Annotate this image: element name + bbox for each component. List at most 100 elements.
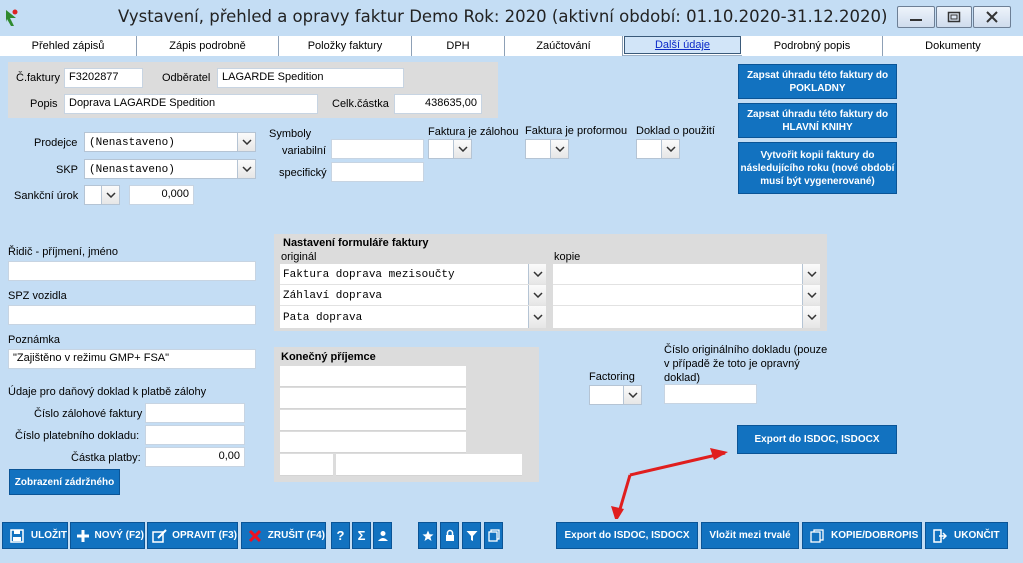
celk-castka-label: Celk.částka	[332, 98, 389, 110]
original-item[interactable]: Faktura doprava mezisoučty	[280, 264, 546, 285]
zobrazeni-zadrzneho-button[interactable]: Zobrazení zádržného	[9, 469, 120, 495]
tab-zauctovani[interactable]: Zaúčtování	[505, 36, 623, 56]
prijemce-row[interactable]	[280, 388, 466, 409]
castka-platby-field[interactable]: 0,00	[145, 447, 245, 467]
prodejce-label: Prodejce	[34, 137, 78, 149]
castka-platby-label: Částka platby:	[71, 452, 141, 464]
prijemce-title: Konečný příjemce	[281, 351, 376, 363]
cfaktury-field[interactable]: F3202877	[64, 68, 143, 88]
toolbar-export-button[interactable]: Export do ISDOC, ISDOCX	[556, 522, 698, 549]
chevron-down-icon[interactable]	[453, 140, 471, 158]
chevron-down-icon[interactable]	[237, 133, 255, 151]
factoring-label: Factoring	[589, 371, 635, 383]
chevron-down-icon[interactable]	[802, 264, 820, 284]
original-item[interactable]: Záhlaví doprava	[280, 285, 546, 306]
copy-button[interactable]	[484, 522, 503, 549]
ukoncit-button[interactable]: UKONČIT	[925, 522, 1008, 549]
star-icon	[422, 530, 433, 541]
ulozit-button[interactable]: ULOŽIT	[2, 522, 68, 549]
filter-button[interactable]	[462, 522, 481, 549]
spz-field[interactable]	[8, 305, 256, 325]
chevron-down-icon[interactable]	[528, 264, 546, 284]
original-item-label: Pata doprava	[283, 312, 363, 324]
cislo-zalohove-label: Číslo zálohové faktury	[34, 408, 143, 420]
doklad-pouziti-select[interactable]	[636, 139, 680, 159]
proformou-label: Faktura je proformou	[525, 125, 628, 137]
proformou-select[interactable]	[525, 139, 569, 159]
prijemce-psc-field[interactable]	[280, 454, 333, 476]
chevron-down-icon[interactable]	[528, 285, 546, 305]
cislo-platebniho-field[interactable]	[145, 425, 245, 445]
export-isdoc-button[interactable]: Export do ISDOC, ISDOCX	[737, 425, 897, 454]
zapsat-hlavni-knihy-button[interactable]: Zapsat úhradu této faktury do HLAVNÍ KNI…	[738, 103, 897, 138]
symboly-label: Symboly	[269, 128, 312, 140]
tab-dokumenty[interactable]: Dokumenty	[883, 36, 1023, 56]
user-icon	[377, 530, 388, 541]
chevron-down-icon[interactable]	[661, 140, 679, 158]
document-copy-icon	[807, 528, 827, 543]
chevron-down-icon[interactable]	[237, 160, 255, 178]
lock-button[interactable]	[440, 522, 459, 549]
odberatel-field[interactable]: LAGARDE Spedition	[217, 68, 404, 88]
tab-polozky-faktury[interactable]: Položky faktury	[279, 36, 412, 56]
opravit-button[interactable]: OPRAVIT (F3)	[147, 522, 238, 549]
kopie-faktury-button[interactable]: Vytvořit kopii faktury do následujícího …	[738, 142, 897, 194]
kopie-list	[553, 264, 820, 328]
maximize-button[interactable]	[936, 6, 972, 28]
sankcni-urok-select[interactable]	[84, 185, 120, 205]
zapsat-pokladny-button[interactable]: Zapsat úhradu této faktury do POKLADNY	[738, 64, 897, 99]
ridic-field[interactable]	[8, 261, 256, 281]
variabilni-field[interactable]	[331, 139, 424, 159]
vlozit-trvale-button[interactable]: Vložit mezi trvalé	[701, 522, 799, 549]
minimize-button[interactable]	[897, 6, 935, 28]
skp-select[interactable]: (Nenastaveno)	[84, 159, 256, 179]
favorite-button[interactable]	[418, 522, 437, 549]
prodejce-select[interactable]: (Nenastaveno)	[84, 132, 256, 152]
chevron-down-icon[interactable]	[528, 306, 546, 328]
tab-zapis-podrobne[interactable]: Zápis podrobně	[137, 36, 279, 56]
original-item[interactable]: Pata doprava	[280, 306, 546, 328]
odberatel-label: Odběratel	[162, 72, 211, 84]
prijemce-row[interactable]	[280, 366, 466, 387]
kopie-item[interactable]	[553, 306, 820, 328]
popis-field[interactable]: Doprava LAGARDE Spedition	[64, 94, 318, 114]
kopie-item[interactable]	[553, 285, 820, 306]
close-icon	[986, 11, 998, 23]
zrusit-button[interactable]: ZRUŠIT (F4)	[241, 522, 326, 549]
cislo-zalohove-field[interactable]	[145, 403, 245, 423]
factoring-select[interactable]	[589, 385, 642, 405]
poznamka-field[interactable]: "Zajištěno v režimu GMP+ FSA"	[8, 349, 256, 369]
close-button[interactable]	[973, 6, 1011, 28]
chevron-down-icon[interactable]	[623, 386, 641, 404]
spz-label: SPZ vozidla	[8, 290, 67, 302]
tab-dph[interactable]: DPH	[412, 36, 505, 56]
chevron-down-icon[interactable]	[802, 285, 820, 305]
sum-button[interactable]: Σ	[352, 522, 371, 549]
kopie-item[interactable]	[553, 264, 820, 285]
prijemce-row[interactable]	[280, 410, 466, 431]
chevron-down-icon[interactable]	[802, 306, 820, 328]
chevron-down-icon[interactable]	[101, 186, 119, 204]
skp-value: (Nenastaveno)	[89, 164, 175, 176]
prijemce-row[interactable]	[280, 432, 466, 453]
help-button[interactable]: ?	[331, 522, 350, 549]
original-item-label: Faktura doprava mezisoučty	[283, 269, 455, 281]
chevron-down-icon[interactable]	[550, 140, 568, 158]
poznamka-label: Poznámka	[8, 334, 60, 346]
novy-button[interactable]: NOVÝ (F2)	[70, 522, 145, 549]
zalohou-select[interactable]	[428, 139, 472, 159]
title-bar: Vystavení, přehled a opravy faktur Demo …	[0, 0, 1023, 36]
tab-prehled-zapisu[interactable]: Přehled zápisů	[0, 36, 137, 56]
tab-podrobny-popis[interactable]: Podrobný popis	[742, 36, 883, 56]
kopie-dobropis-button[interactable]: KOPIE/DOBROPIS	[802, 522, 922, 549]
cislo-originalniho-field[interactable]	[664, 384, 757, 404]
specificky-field[interactable]	[331, 162, 424, 182]
variabilni-label: variabilní	[282, 145, 327, 157]
sankcni-urok-field[interactable]: 0,000	[129, 185, 194, 205]
prijemce-mesto-field[interactable]	[336, 454, 522, 476]
user-button[interactable]	[373, 522, 392, 549]
tab-dalsi-udaje[interactable]: Další údaje	[624, 36, 741, 54]
zalohou-label: Faktura je zálohou	[428, 126, 519, 138]
celk-castka-field[interactable]: 438635,00	[394, 94, 482, 114]
app-icon	[6, 9, 18, 26]
